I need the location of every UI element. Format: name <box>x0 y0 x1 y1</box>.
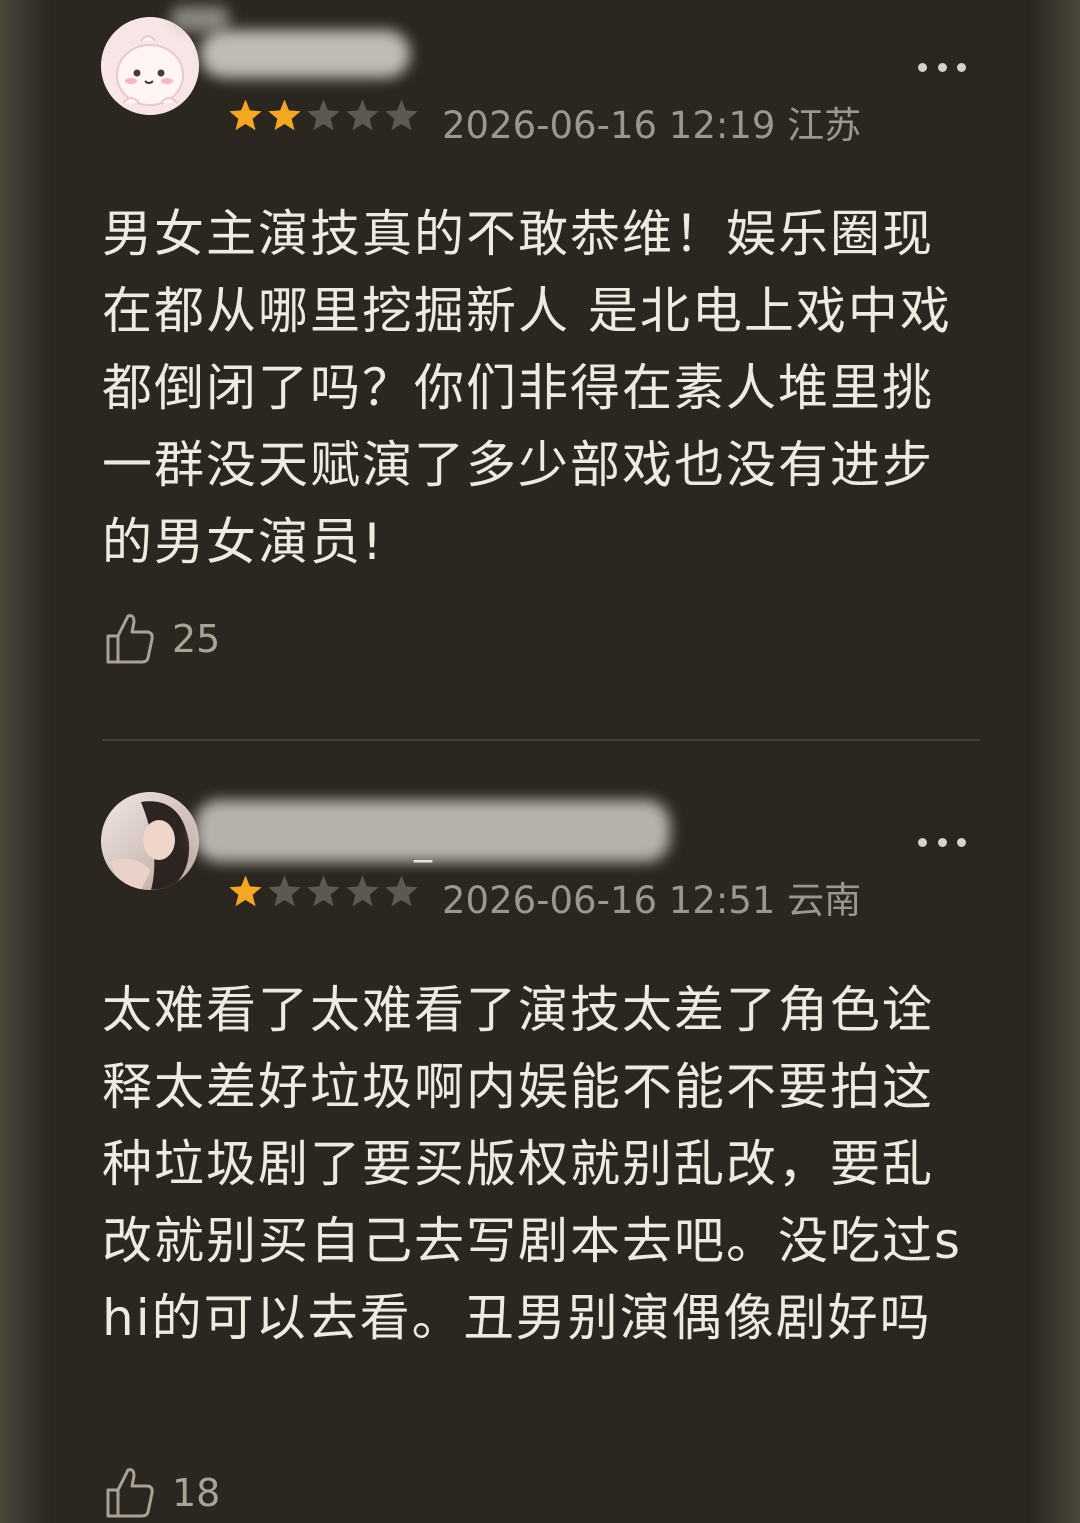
avatar[interactable] <box>101 792 199 890</box>
username-blurred[interactable] <box>195 800 670 862</box>
like-button[interactable]: 18 <box>104 1466 220 1520</box>
star-empty-icon <box>385 875 418 907</box>
like-button[interactable]: 25 <box>104 612 220 666</box>
comment-text: 男女主演技真的不敢恭维！娱乐圈现在都从哪里挖掘新人 是北电上戏中戏都倒闭了吗？你… <box>102 205 952 571</box>
rating-stars <box>228 874 419 909</box>
dot-icon <box>918 62 927 72</box>
dot-icon <box>937 62 947 72</box>
star-empty-icon <box>346 875 379 907</box>
comment-date-location: 2026-06-16 12:19 江苏 <box>442 104 862 147</box>
comment-date-location: 2026-06-16 12:51 云南 <box>442 879 862 922</box>
dot-icon <box>957 62 966 72</box>
username-blurred-tail <box>170 6 230 32</box>
dot-icon <box>918 837 927 847</box>
screenshot-frame: 2026-06-16 12:19 江苏 男女主演技真的不敢恭维！娱乐圈现在都从哪… <box>0 0 1080 1523</box>
like-count: 18 <box>172 1471 221 1515</box>
comment-text: 太难看了太难看了演技太差了角色诠释太差好垃圾啊内娱能不能不要拍这种垃圾剧了要买版… <box>102 981 963 1347</box>
dot-icon <box>937 837 947 847</box>
star-filled-icon <box>229 99 262 131</box>
more-options-button[interactable] <box>918 61 966 73</box>
star-empty-icon <box>268 875 301 907</box>
more-options-button[interactable] <box>918 836 966 848</box>
star-empty-icon <box>385 99 418 131</box>
star-empty-icon <box>307 99 340 131</box>
like-count: 25 <box>172 617 221 661</box>
thumbs-up-icon <box>106 1468 154 1518</box>
star-filled-icon <box>268 99 301 131</box>
username-fragment: _ <box>414 822 432 863</box>
username-blurred[interactable] <box>200 30 410 78</box>
rating-stars <box>228 98 419 133</box>
star-filled-icon <box>229 875 262 907</box>
divider <box>102 739 980 741</box>
star-empty-icon <box>346 99 379 131</box>
thumbs-up-icon <box>106 614 154 664</box>
dot-icon <box>957 837 966 847</box>
star-empty-icon <box>307 875 340 907</box>
photo-avatar-icon <box>101 792 199 890</box>
